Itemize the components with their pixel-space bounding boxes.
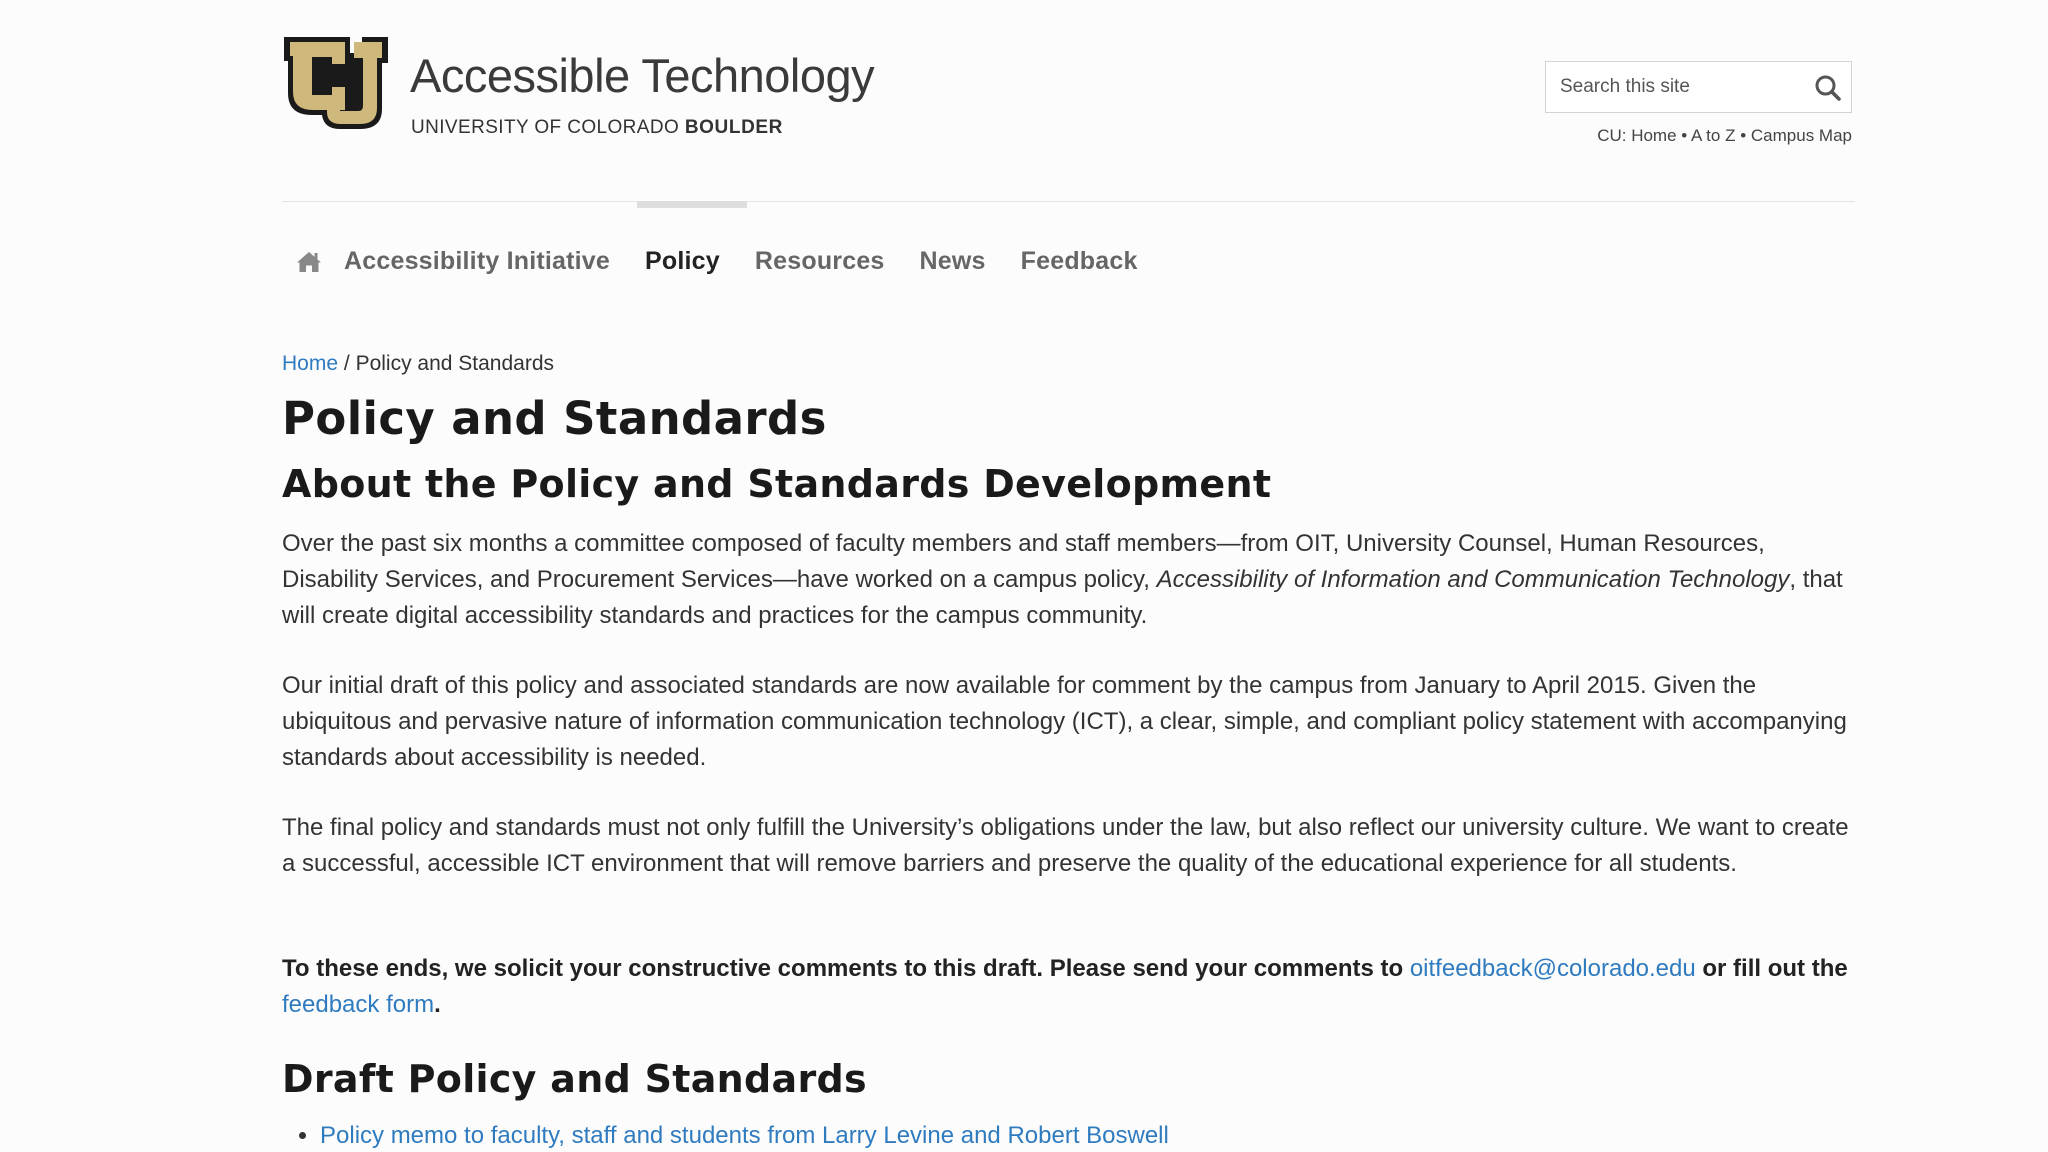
page: Accessible Technology UNIVERSITY OF COLO…: [0, 0, 2048, 1152]
draft-list: Policy memo to faculty, staff and studen…: [282, 1118, 1169, 1152]
subtitle-prefix: UNIVERSITY OF COLORADO: [411, 117, 685, 138]
section-heading-about: About the Policy and Standards Developme…: [282, 462, 1272, 506]
home-icon: [297, 251, 321, 272]
feedback-form-link[interactable]: feedback form: [282, 991, 434, 1018]
cu-links-separator: •: [1681, 126, 1688, 145]
search-box: [1545, 61, 1852, 113]
cu-link-a-to-z[interactable]: A to Z: [1691, 126, 1735, 145]
breadcrumb-separator: /: [343, 352, 350, 375]
cu-links-prefix: CU:: [1597, 126, 1627, 145]
paragraph-final-policy: The final policy and standards must not …: [282, 814, 1849, 877]
breadcrumb-home-link[interactable]: Home: [282, 352, 338, 375]
solicit-text: To these ends, we solicit your construct…: [282, 955, 1410, 982]
nav-active-indicator: [637, 201, 747, 208]
search-button[interactable]: [1811, 71, 1845, 105]
cu-link-campus-map[interactable]: Campus Map: [1751, 126, 1852, 145]
cu-links: CU: Home • A to Z • Campus Map: [1597, 126, 1852, 146]
subtitle-strong: BOULDER: [684, 117, 783, 138]
main-nav: Accessibility Initiative Policy Resource…: [296, 247, 1173, 276]
nav-item-resources[interactable]: Resources: [755, 247, 885, 276]
nav-item-policy[interactable]: Policy: [645, 247, 720, 276]
nav-item-news[interactable]: News: [920, 247, 986, 276]
cu-links-separator: •: [1740, 126, 1747, 145]
cu-logo-icon[interactable]: [282, 31, 392, 135]
paragraph-intro: Over the past six months a committee com…: [282, 526, 1855, 634]
feedback-email-link[interactable]: oitfeedback@colorado.edu: [1410, 955, 1696, 982]
breadcrumb: Home / Policy and Standards: [282, 352, 554, 376]
list-item: Policy memo to faculty, staff and studen…: [320, 1118, 1169, 1152]
nav-home-link[interactable]: [296, 249, 322, 275]
cu-logo-graphic: [284, 37, 388, 129]
cu-link-home[interactable]: Home: [1631, 126, 1676, 145]
breadcrumb-current: Policy and Standards: [355, 352, 555, 375]
solicit-text-middle: or fill out the: [1695, 955, 1848, 982]
nav-item-feedback[interactable]: Feedback: [1021, 247, 1138, 276]
site-subtitle: UNIVERSITY OF COLORADO BOULDER: [411, 118, 783, 137]
search-icon: [1815, 75, 1841, 101]
search-input[interactable]: [1546, 62, 1810, 112]
nav-item-accessibility-initiative[interactable]: Accessibility Initiative: [344, 247, 610, 276]
site-title: Accessible Technology: [410, 49, 875, 102]
policy-title-italic: Accessibility of Information and Communi…: [1156, 566, 1790, 593]
policy-memo-link[interactable]: Policy memo to faculty, staff and studen…: [320, 1122, 1169, 1149]
solicit-text-end: .: [434, 991, 441, 1018]
page-title: Policy and Standards: [282, 392, 827, 445]
header-divider: [282, 201, 1855, 202]
paragraph-draft-availability: Our initial draft of this policy and ass…: [282, 672, 1847, 771]
section-heading-draft: Draft Policy and Standards: [282, 1057, 867, 1101]
paragraph-solicit-comments: To these ends, we solicit your construct…: [282, 951, 1855, 1023]
